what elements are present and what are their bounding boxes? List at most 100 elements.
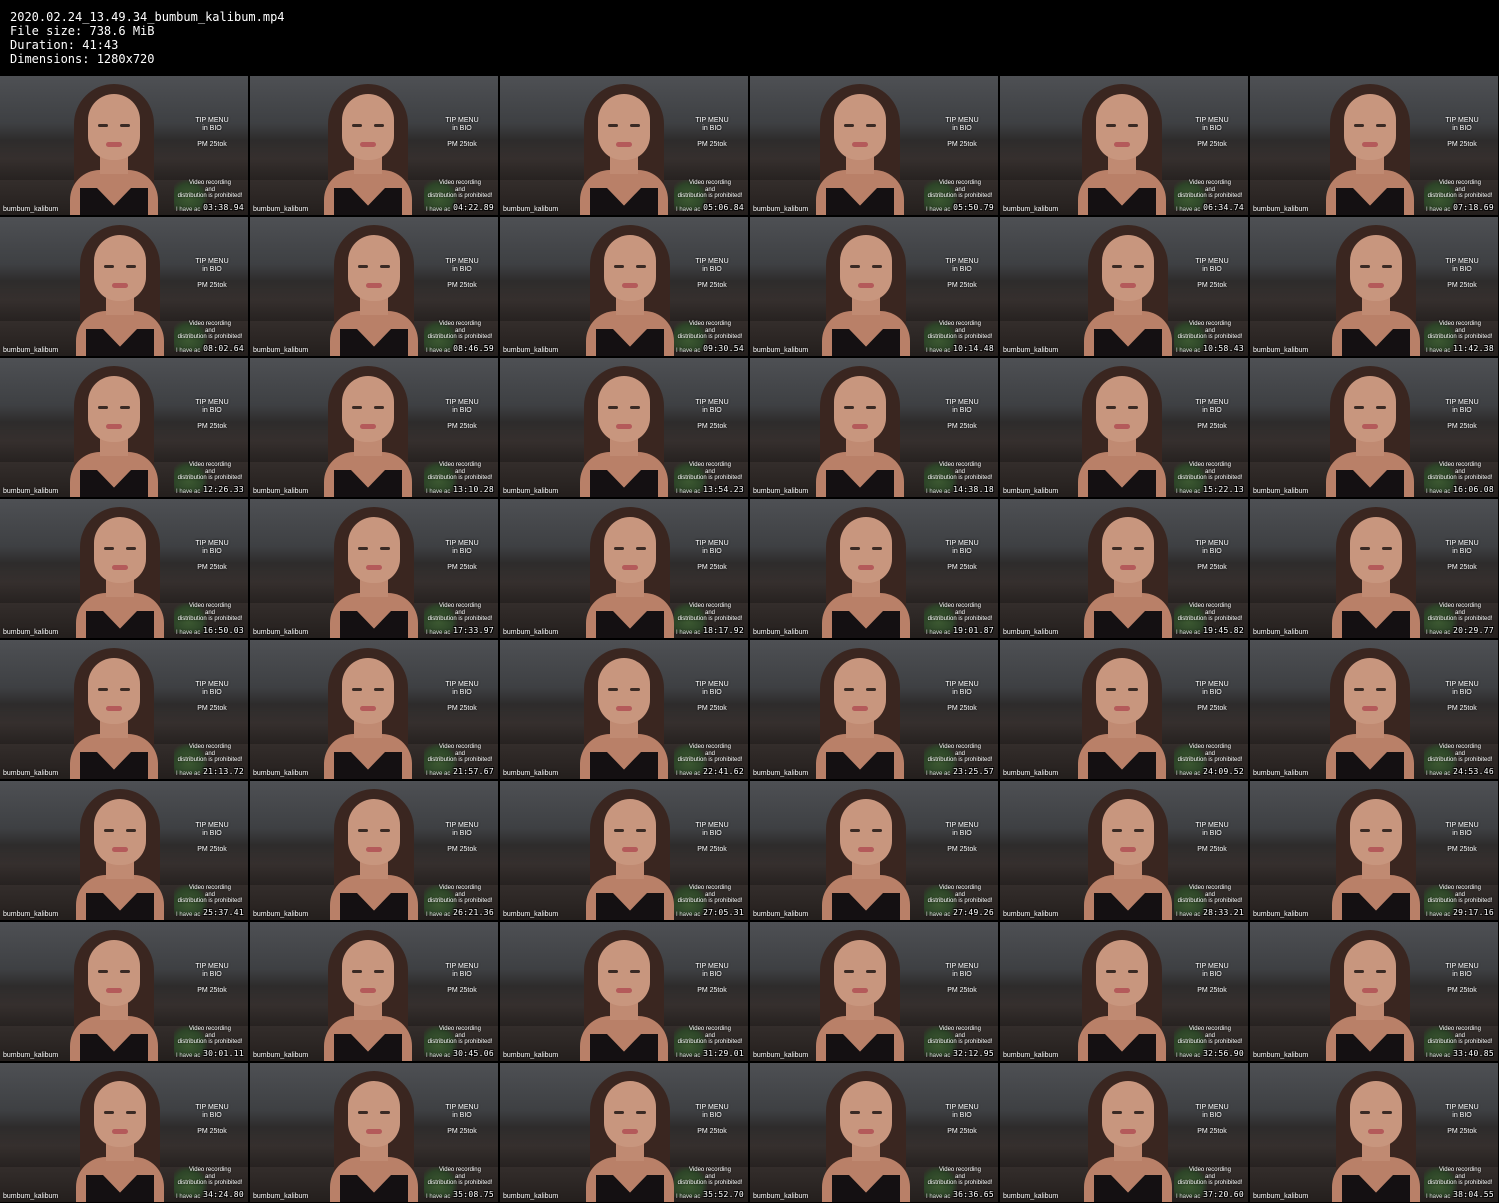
video-thumbnail[interactable]: TIP MENU in BIO PM 25tok Video recording… <box>0 1063 248 1202</box>
overlay-pm: PM 25tok <box>947 564 977 571</box>
overlay-recording-notice: Video recording and distribution is proh… <box>1172 1167 1248 1187</box>
person <box>806 1071 926 1202</box>
overlay-have-text: I have ac <box>426 489 451 495</box>
overlay-recording-notice: Video recording and distribution is proh… <box>922 744 998 764</box>
video-thumbnail[interactable]: TIP MENU in BIO PM 25tok Video recording… <box>750 217 998 356</box>
video-thumbnail[interactable]: TIP MENU in BIO PM 25tok Video recording… <box>1250 217 1498 356</box>
overlay-pm: PM 25tok <box>1197 564 1227 571</box>
video-thumbnail[interactable]: TIP MENU in BIO PM 25tok Video recording… <box>1250 76 1498 215</box>
video-thumbnail[interactable]: TIP MENU in BIO PM 25tok Video recording… <box>0 781 248 920</box>
distribution-text: distribution is prohibited! <box>1427 757 1493 763</box>
video-thumbnail[interactable]: TIP MENU in BIO PM 25tok Video recording… <box>1250 781 1498 920</box>
thumbnail-timestamp: 13:54.23 <box>703 485 744 494</box>
video-thumbnail[interactable]: TIP MENU in BIO PM 25tok Video recording… <box>0 499 248 638</box>
tip-menu-text: TIP MENU <box>1195 399 1229 406</box>
video-thumbnail[interactable]: TIP MENU in BIO PM 25tok Video recording… <box>0 217 248 356</box>
video-thumbnail[interactable]: TIP MENU in BIO PM 25tok Video recording… <box>1250 640 1498 779</box>
video-thumbnail[interactable]: TIP MENU in BIO PM 25tok Video recording… <box>0 358 248 497</box>
distribution-text: distribution is prohibited! <box>1427 1039 1493 1045</box>
video-thumbnail[interactable]: TIP MENU in BIO PM 25tok Video recording… <box>1250 499 1498 638</box>
tip-menu-text: TIP MENU <box>195 1104 229 1111</box>
overlay-recording-notice: Video recording and distribution is proh… <box>422 180 498 200</box>
video-thumbnail[interactable]: TIP MENU in BIO PM 25tok Video recording… <box>250 781 498 920</box>
video-thumbnail[interactable]: TIP MENU in BIO PM 25tok Video recording… <box>500 358 748 497</box>
video-thumbnail[interactable]: TIP MENU in BIO PM 25tok Video recording… <box>1000 781 1248 920</box>
tip-menu-text: TIP MENU <box>1195 258 1229 265</box>
person <box>54 366 174 497</box>
video-thumbnail[interactable]: TIP MENU in BIO PM 25tok Video recording… <box>500 640 748 779</box>
in-bio-text: in BIO <box>702 407 722 414</box>
overlay-have-text: I have ac <box>176 1053 201 1059</box>
video-thumbnail[interactable]: TIP MENU in BIO PM 25tok Video recording… <box>250 358 498 497</box>
overlay-recording-notice: Video recording and distribution is proh… <box>172 1167 248 1187</box>
video-thumbnail[interactable]: TIP MENU in BIO PM 25tok Video recording… <box>750 358 998 497</box>
video-thumbnail[interactable]: TIP MENU in BIO PM 25tok Video recording… <box>250 217 498 356</box>
tip-menu-text: TIP MENU <box>1445 1104 1479 1111</box>
video-thumbnail[interactable]: TIP MENU in BIO PM 25tok Video recording… <box>250 76 498 215</box>
overlay-username: bumbum_kalibum <box>1003 347 1059 354</box>
distribution-text: distribution is prohibited! <box>427 334 493 340</box>
video-thumbnail[interactable]: TIP MENU in BIO PM 25tok Video recording… <box>750 922 998 1061</box>
overlay-recording-notice: Video recording and distribution is proh… <box>1422 603 1498 623</box>
person <box>1310 84 1430 215</box>
video-thumbnail[interactable]: TIP MENU in BIO PM 25tok Video recording… <box>0 640 248 779</box>
video-thumbnail[interactable]: TIP MENU in BIO PM 25tok Video recording… <box>1000 76 1248 215</box>
video-thumbnail[interactable]: TIP MENU in BIO PM 25tok Video recording… <box>500 922 748 1061</box>
distribution-text: distribution is prohibited! <box>1177 757 1243 763</box>
overlay-username: bumbum_kalibum <box>1003 1052 1059 1059</box>
overlay-recording-notice: Video recording and distribution is proh… <box>1422 180 1498 200</box>
video-thumbnail[interactable]: TIP MENU in BIO PM 25tok Video recording… <box>1000 499 1248 638</box>
video-thumbnail[interactable]: TIP MENU in BIO PM 25tok Video recording… <box>1000 922 1248 1061</box>
overlay-have-text: I have ac <box>1176 771 1201 777</box>
video-thumbnail[interactable]: TIP MENU in BIO PM 25tok Video recording… <box>250 499 498 638</box>
overlay-have-text: I have ac <box>1426 771 1451 777</box>
video-thumbnail[interactable]: TIP MENU in BIO PM 25tok Video recording… <box>1250 922 1498 1061</box>
video-thumbnail[interactable]: TIP MENU in BIO PM 25tok Video recording… <box>1000 1063 1248 1202</box>
tip-menu-text: TIP MENU <box>445 681 479 688</box>
overlay-username: bumbum_kalibum <box>253 1193 309 1200</box>
video-thumbnail[interactable]: TIP MENU in BIO PM 25tok Video recording… <box>1000 358 1248 497</box>
person <box>54 84 174 215</box>
overlay-recording-notice: Video recording and distribution is proh… <box>1422 462 1498 482</box>
video-thumbnail[interactable]: TIP MENU in BIO PM 25tok Video recording… <box>0 76 248 215</box>
video-thumbnail[interactable]: TIP MENU in BIO PM 25tok Video recording… <box>500 1063 748 1202</box>
overlay-username: bumbum_kalibum <box>253 629 309 636</box>
person <box>308 366 428 497</box>
video-thumbnail[interactable]: TIP MENU in BIO PM 25tok Video recording… <box>1250 1063 1498 1202</box>
overlay-recording-notice: Video recording and distribution is proh… <box>922 180 998 200</box>
distribution-text: distribution is prohibited! <box>427 1039 493 1045</box>
video-thumbnail[interactable]: TIP MENU in BIO PM 25tok Video recording… <box>250 1063 498 1202</box>
video-thumbnail[interactable]: TIP MENU in BIO PM 25tok Video recording… <box>750 781 998 920</box>
video-thumbnail[interactable]: TIP MENU in BIO PM 25tok Video recording… <box>1000 640 1248 779</box>
video-thumbnail[interactable]: TIP MENU in BIO PM 25tok Video recording… <box>750 640 998 779</box>
distribution-text: distribution is prohibited! <box>427 475 493 481</box>
video-thumbnail[interactable]: TIP MENU in BIO PM 25tok Video recording… <box>1250 358 1498 497</box>
thumbnail-timestamp: 32:12.95 <box>953 1049 994 1058</box>
overlay-have-text: I have ac <box>176 630 201 636</box>
video-thumbnail[interactable]: TIP MENU in BIO PM 25tok Video recording… <box>500 76 748 215</box>
video-thumbnail[interactable]: TIP MENU in BIO PM 25tok Video recording… <box>750 1063 998 1202</box>
video-thumbnail[interactable]: TIP MENU in BIO PM 25tok Video recording… <box>500 499 748 638</box>
video-thumbnail[interactable]: TIP MENU in BIO PM 25tok Video recording… <box>250 922 498 1061</box>
video-thumbnail[interactable]: TIP MENU in BIO PM 25tok Video recording… <box>500 781 748 920</box>
tip-menu-text: TIP MENU <box>445 399 479 406</box>
video-thumbnail[interactable]: TIP MENU in BIO PM 25tok Video recording… <box>1000 217 1248 356</box>
overlay-recording-notice: Video recording and distribution is proh… <box>672 744 748 764</box>
overlay-tip-menu: TIP MENU in BIO <box>936 1104 988 1120</box>
overlay-recording-notice: Video recording and distribution is proh… <box>1422 1026 1498 1046</box>
person <box>1062 930 1182 1061</box>
overlay-tip-menu: TIP MENU in BIO <box>686 399 738 415</box>
overlay-tip-menu: TIP MENU in BIO <box>186 822 238 838</box>
video-thumbnail[interactable]: TIP MENU in BIO PM 25tok Video recording… <box>750 76 998 215</box>
video-thumbnail[interactable]: TIP MENU in BIO PM 25tok Video recording… <box>250 640 498 779</box>
person <box>308 84 428 215</box>
overlay-pm: PM 25tok <box>697 705 727 712</box>
overlay-recording-notice: Video recording and distribution is proh… <box>172 321 248 341</box>
distribution-text: distribution is prohibited! <box>927 898 993 904</box>
video-thumbnail[interactable]: TIP MENU in BIO PM 25tok Video recording… <box>750 499 998 638</box>
thumbnail-timestamp: 05:06.84 <box>703 203 744 212</box>
video-thumbnail[interactable]: TIP MENU in BIO PM 25tok Video recording… <box>500 217 748 356</box>
overlay-recording-notice: Video recording and distribution is proh… <box>172 180 248 200</box>
video-thumbnail[interactable]: TIP MENU in BIO PM 25tok Video recording… <box>0 922 248 1061</box>
distribution-text: distribution is prohibited! <box>427 898 493 904</box>
